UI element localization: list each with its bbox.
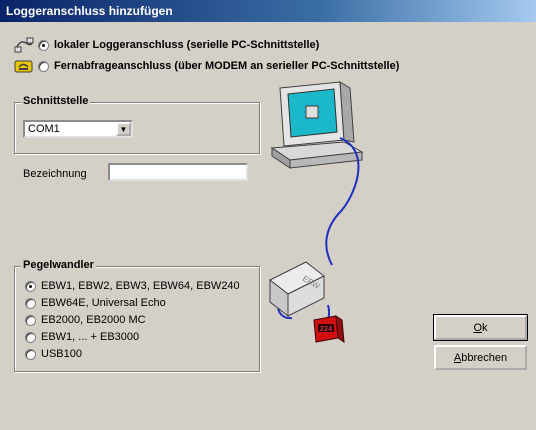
dialog-window: Loggeranschluss hinzufügen lokaler Logge…	[0, 0, 536, 430]
logger-device-icon: EBW	[269, 261, 325, 318]
ok-button[interactable]: Ok	[433, 314, 528, 341]
converter-option-label: EB2000, EB2000 MC	[41, 314, 146, 326]
remote-connection-option[interactable]: Fernabfrageanschluss (über MODEM an seri…	[14, 58, 399, 74]
connection-illustration: EBW 224	[269, 81, 364, 343]
converter-radio[interactable]	[25, 348, 36, 360]
converter-option-3[interactable]: EB2000, EB2000 MC	[25, 314, 146, 326]
local-connection-option[interactable]: lokaler Loggeranschluss (serielle PC-Sch…	[14, 37, 319, 53]
chevron-down-icon[interactable]: ▼	[116, 122, 131, 136]
port-select[interactable]: COM1 ▼	[23, 120, 133, 138]
local-connection-radio[interactable]	[38, 39, 49, 51]
modem-icon	[14, 60, 33, 73]
interface-group-title: Schnittstelle	[21, 95, 91, 107]
cancel-button[interactable]: Abbrechen	[434, 345, 527, 370]
remote-connection-label: Fernabfrageanschluss (über MODEM an seri…	[54, 60, 400, 72]
converter-radio[interactable]	[25, 314, 36, 326]
red-display-icon: 224	[313, 315, 345, 343]
title-bar: Loggeranschluss hinzufügen	[0, 0, 536, 22]
local-connection-label: lokaler Loggeranschluss (serielle PC-Sch…	[54, 39, 320, 51]
converter-option-5[interactable]: USB100	[25, 348, 82, 360]
converter-option-label: EBW1, EBW2, EBW3, EBW64, EBW240	[41, 280, 240, 292]
converter-option-1[interactable]: EBW1, EBW2, EBW3, EBW64, EBW240	[25, 280, 240, 292]
converter-option-2[interactable]: EBW64E, Universal Echo	[25, 297, 166, 309]
designation-label: Bezeichnung	[23, 168, 87, 180]
converter-radio[interactable]	[25, 297, 36, 309]
cancel-mnemonic: A	[453, 351, 462, 364]
computer-monitor-icon	[270, 81, 364, 169]
ok-label-rest: k	[482, 321, 488, 334]
cancel-label-rest: bbrechen	[461, 351, 508, 364]
ok-mnemonic: O	[473, 321, 483, 334]
converter-option-label: EBW1, ... + EB3000	[41, 331, 140, 343]
converter-radio[interactable]	[25, 331, 36, 343]
remote-connection-radio[interactable]	[38, 60, 49, 72]
converter-option-label: USB100	[41, 348, 82, 360]
converter-option-label: EBW64E, Universal Echo	[41, 297, 166, 309]
port-select-value: COM1	[28, 123, 60, 135]
window-title: Loggeranschluss hinzufügen	[6, 4, 173, 18]
cable-plug-icon	[14, 37, 34, 53]
display-readout: 224	[320, 326, 333, 334]
converter-group-title: Pegelwandler	[21, 259, 96, 271]
designation-field[interactable]	[108, 163, 248, 181]
converter-option-4[interactable]: EBW1, ... + EB3000	[25, 331, 139, 343]
converter-radio[interactable]	[25, 280, 36, 292]
